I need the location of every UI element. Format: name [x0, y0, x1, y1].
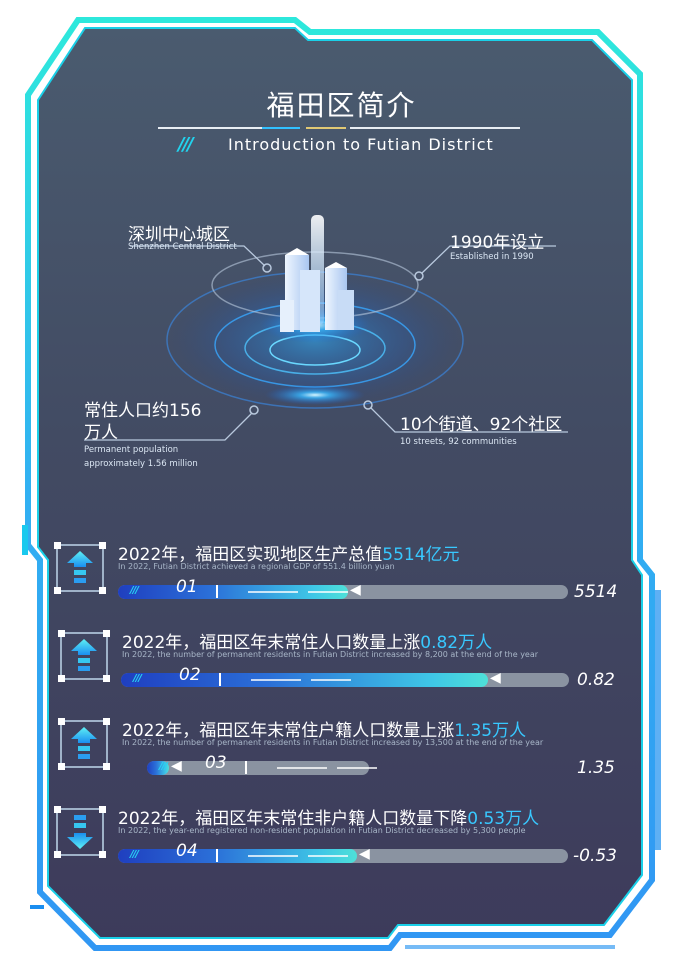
progress-dash: [311, 679, 351, 681]
page-subtitle: Introduction to Futian District: [228, 135, 494, 154]
stat-icon-frame: [54, 806, 106, 858]
highlight-streets-en: 10 streets, 92 communities: [400, 437, 517, 447]
frame-corner: [54, 587, 61, 594]
frame-corner: [54, 542, 61, 549]
stat-value: 1.35: [577, 758, 615, 778]
stat-description-en: In 2022, the year-end registered non-res…: [118, 826, 526, 835]
frame-corner: [58, 763, 65, 770]
futian-intro-panel: 福田区简介 /// Introduction to Futian Distric…: [0, 0, 683, 975]
stat-index: 04: [176, 841, 198, 861]
arrow-up-icon: [71, 727, 97, 759]
stat-value: 5514: [574, 582, 618, 602]
highlight-established-en: Established in 1990: [450, 252, 534, 262]
arrow-up-icon: [71, 639, 97, 671]
page-title: 福田区简介: [266, 89, 417, 122]
arrow-up-icon: [67, 551, 93, 583]
highlight-population-en2: approximately 1.56 million: [84, 459, 198, 469]
progress-dash: [248, 591, 298, 593]
progress-dash: [308, 855, 348, 857]
progress-track: /// 03 ◀: [147, 753, 377, 775]
stat-index: 03: [205, 753, 227, 773]
arrow-left-icon: ◀: [490, 670, 501, 686]
progress-track: /// 01 ◀: [118, 577, 568, 599]
frame-corner: [99, 542, 106, 549]
stat-description-en: In 2022, the number of permanent residen…: [122, 738, 544, 747]
frame-corner: [58, 718, 65, 725]
progress-track: /// 04 ◀: [118, 841, 568, 863]
highlight-population-line2: 万人: [84, 423, 118, 443]
frame-corner: [103, 718, 110, 725]
progress-dash: [337, 767, 377, 769]
arrow-down-icon: [67, 815, 93, 849]
frame-corner: [103, 763, 110, 770]
frame-corner: [99, 587, 106, 594]
frame-corner: [99, 806, 106, 813]
stat-icon-frame: [58, 718, 110, 770]
arrow-left-icon: ◀: [350, 582, 361, 598]
slash-stripes-icon: ///: [178, 134, 194, 155]
frame-corner: [58, 630, 65, 637]
stat-description-en: In 2022, Futian District achieved a regi…: [118, 562, 395, 571]
progress-tick: [216, 849, 218, 862]
frame-corner: [58, 675, 65, 682]
stat-icon-frame: [58, 630, 110, 682]
progress-tick: [216, 585, 218, 598]
arrow-left-icon: ◀: [171, 758, 182, 774]
frame-corner: [54, 806, 61, 813]
slash-stripes-icon: ///: [130, 585, 139, 596]
slash-stripes-icon: ///: [133, 673, 142, 684]
stat-description-en: In 2022, the number of permanent residen…: [122, 650, 539, 659]
progress-tick: [219, 673, 221, 686]
progress-dash: [248, 855, 298, 857]
progress-fill: [121, 673, 488, 687]
stat-icon-frame: [54, 542, 106, 594]
frame-corner: [103, 630, 110, 637]
stat-value: -0.53: [573, 846, 617, 866]
stat-index: 01: [176, 577, 198, 597]
arrow-left-icon: ◀: [359, 846, 370, 862]
progress-dash: [277, 767, 327, 769]
progress-tick: [245, 761, 247, 774]
slash-stripes-icon: ///: [130, 849, 139, 860]
highlight-streets: 10个街道、92个社区: [400, 415, 563, 435]
slash-stripes-icon: ///: [159, 761, 168, 772]
highlight-central-district-en: Shenzhen Central District: [128, 242, 237, 252]
progress-dash: [308, 591, 348, 593]
progress-dash: [251, 679, 301, 681]
frame-corner: [99, 851, 106, 858]
highlight-population-en1: Permanent population: [84, 445, 179, 455]
frame-corner: [103, 675, 110, 682]
stat-index: 02: [179, 665, 201, 685]
progress-track: /// 02 ◀: [121, 665, 569, 687]
frame-corner: [54, 851, 61, 858]
stat-value: 0.82: [577, 670, 615, 690]
